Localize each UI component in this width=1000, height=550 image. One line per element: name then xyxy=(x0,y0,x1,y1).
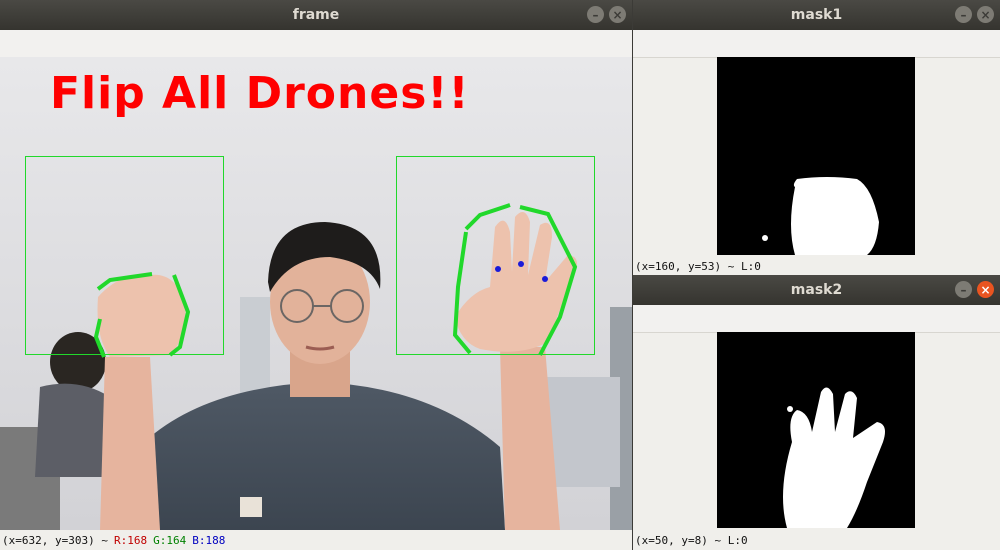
mask1-window: mask1 – × (x=160, y=53) ~ L:0 xyxy=(633,0,1000,276)
left-arm xyxy=(100,357,160,530)
mask2-image[interactable] xyxy=(717,332,915,528)
cursor-coords: (x=160, y=53) ~ L:0 xyxy=(635,259,761,273)
window-title: mask2 xyxy=(790,282,843,298)
green-value: G:164 xyxy=(153,533,187,547)
minimize-button[interactable]: – xyxy=(955,6,972,23)
frame-statusbar: (x=632, y=303) ~ R:168 G:164 B:188 xyxy=(0,530,632,550)
window-title: mask1 xyxy=(790,7,843,23)
close-button[interactable]: × xyxy=(977,281,994,298)
gesture-command-text: Flip All Drones!! xyxy=(50,68,470,119)
cursor-coords: (x=50, y=8) ~ L:0 xyxy=(635,533,748,547)
mask2-titlebar[interactable]: mask2 – × xyxy=(633,275,1000,305)
window-title: frame xyxy=(292,7,340,23)
blue-value: B:188 xyxy=(192,533,226,547)
mask1-statusbar: (x=160, y=53) ~ L:0 xyxy=(633,256,1000,276)
open-hand-mask-blob xyxy=(783,387,885,528)
mask1-image[interactable] xyxy=(717,57,915,255)
camera-frame-image[interactable] xyxy=(0,57,632,530)
mask1-toolbar xyxy=(633,30,1000,58)
fist-mask-blob xyxy=(762,177,879,255)
frame-window: frame – × Flip All Drones!! (x=632, y=30… xyxy=(0,0,632,550)
cursor-coords: (x=632, y=303) ~ xyxy=(2,533,108,547)
close-button[interactable]: × xyxy=(609,6,626,23)
left-roi-box xyxy=(25,156,224,355)
frame-titlebar[interactable]: frame – × xyxy=(0,0,632,30)
minimize-button[interactable]: – xyxy=(587,6,604,23)
red-value: R:168 xyxy=(113,533,148,547)
minimize-button[interactable]: – xyxy=(955,281,972,298)
mask2-window: mask2 – × (x=50, y=8) ~ L:0 xyxy=(633,275,1000,550)
mask2-toolbar xyxy=(633,305,1000,333)
close-button[interactable]: × xyxy=(977,6,994,23)
mask1-titlebar[interactable]: mask1 – × xyxy=(633,0,1000,30)
mask2-statusbar: (x=50, y=8) ~ L:0 xyxy=(633,530,1000,550)
right-roi-box xyxy=(396,156,595,355)
frame-toolbar xyxy=(0,30,632,58)
